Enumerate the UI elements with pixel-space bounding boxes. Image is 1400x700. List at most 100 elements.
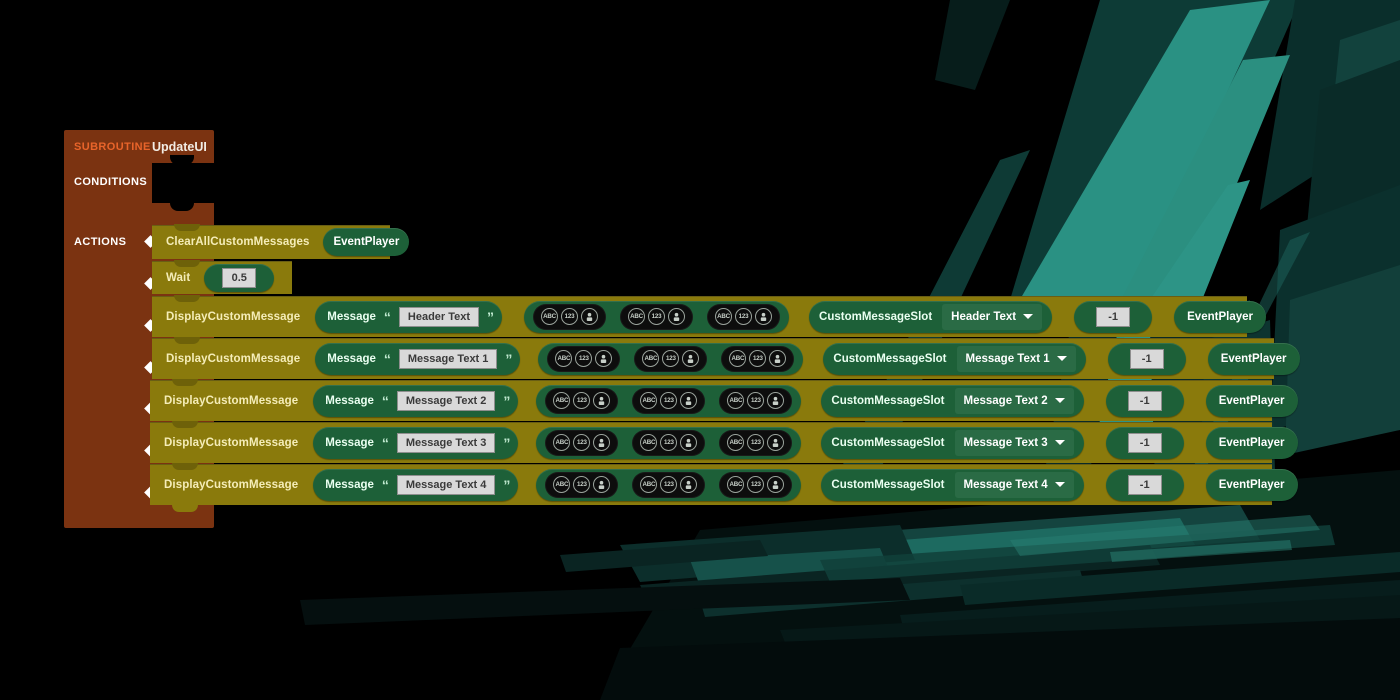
message-text-input[interactable]: Message Text 3 [396,432,496,453]
rule-name[interactable]: UpdateUI [152,140,207,154]
chevron-down-icon [1054,440,1065,445]
action-row[interactable]: DisplayCustomMessage Message “ Message T… [150,463,1298,505]
message-slot-value[interactable]: CustomMessageSlot Header Text [809,300,1053,333]
message-args-group[interactable]: ABC 123 ABC 123 ABC 123 [536,468,802,501]
number-icon: 123 [573,434,591,451]
sort-order-input[interactable]: -1 [1127,390,1162,411]
sort-order-value[interactable]: -1 [1105,468,1184,501]
message-args-group[interactable]: ABC 123 ABC 123 ABC 123 [538,342,804,375]
message-label: Message [327,310,376,323]
message-slot-dropdown[interactable]: Header Text [942,303,1043,330]
player-icon [769,350,787,367]
message-slot-selected: Message Text 1 [965,352,1050,365]
message-slot-selected: Message Text 2 [963,394,1048,407]
empty-value-slot[interactable]: ABC 123 [620,303,694,330]
number-icon: 123 [747,476,765,493]
empty-value-slot[interactable]: ABC 123 [707,303,781,330]
message-slot-dropdown[interactable]: Message Text 3 [954,429,1074,456]
player-value[interactable]: EventPlayer [1205,384,1298,417]
message-slot-value[interactable]: CustomMessageSlot Message Text 2 [821,384,1084,417]
action-name: DisplayCustomMessage [164,478,299,491]
player-value[interactable]: EventPlayer [1174,300,1266,333]
sort-order-value[interactable]: -1 [1107,342,1186,375]
message-slot-value[interactable]: CustomMessageSlot Message Text 3 [821,426,1084,459]
action-row[interactable]: DisplayCustomMessage Message “ Message T… [150,421,1298,463]
wait-duration-value[interactable]: 0.5 [204,263,275,292]
empty-value-slot[interactable]: ABC 123 [547,345,621,372]
player-icon [593,434,611,451]
empty-value-slot[interactable]: ABC 123 [533,303,607,330]
player-value[interactable]: EventPlayer [1207,342,1300,375]
message-args-group[interactable]: ABC 123 ABC 123 ABC 123 [536,384,802,417]
player-value[interactable]: EventPlayer [1205,426,1298,459]
player-label: EventPlayer [1220,352,1287,365]
player-value[interactable]: EventPlayer [323,228,410,256]
block-tab-notch [174,337,200,344]
player-icon [755,308,773,325]
abc-icon: ABC [727,434,745,451]
empty-value-slot[interactable]: ABC 123 [719,471,793,498]
message-value[interactable]: Message “ Message Text 2 ” [313,384,519,417]
message-label: Message [325,478,374,491]
number-icon: 123 [660,434,678,451]
message-value[interactable]: Message “ Message Text 1 ” [315,342,521,375]
empty-value-slot[interactable]: ABC 123 [719,387,793,414]
number-icon: 123 [747,392,765,409]
sort-order-input[interactable]: -1 [1127,432,1162,453]
block-tab-notch [174,260,200,267]
empty-value-slot[interactable]: ABC 123 [634,345,708,372]
message-value[interactable]: Message “ Message Text 3 ” [313,426,519,459]
empty-value-slot[interactable]: ABC 123 [632,471,706,498]
sort-order-value[interactable]: -1 [1105,426,1184,459]
abc-icon: ABC [642,350,660,367]
empty-value-slot[interactable]: ABC 123 [721,345,795,372]
message-value[interactable]: Message “ Header Text ” [315,300,503,333]
wait-duration-input[interactable]: 0.5 [222,267,257,288]
message-text-input[interactable]: Header Text [398,306,480,327]
player-icon [680,434,698,451]
quote-open-icon: “ [381,476,389,493]
action-row[interactable]: ClearAllCustomMessages EventPlayer [152,224,410,259]
empty-value-slot[interactable]: ABC 123 [545,471,619,498]
block-tab-notch [172,463,198,470]
block-seam [152,296,1247,297]
action-row[interactable]: DisplayCustomMessage Message “ Header Te… [152,295,1266,337]
message-args-group[interactable]: ABC 123 ABC 123 ABC 123 [536,426,802,459]
message-value[interactable]: Message “ Message Text 4 ” [313,468,519,501]
block-tab-notch [172,421,198,428]
number-icon: 123 [561,308,579,325]
sort-order-value[interactable]: -1 [1074,300,1153,333]
message-text-input[interactable]: Message Text 4 [396,474,496,495]
abc-icon: ABC [541,308,559,325]
quote-open-icon: “ [381,434,389,451]
number-icon: 123 [735,308,753,325]
sort-order-input[interactable]: -1 [1127,474,1162,495]
message-slot-dropdown[interactable]: Message Text 4 [954,471,1074,498]
message-slot-value[interactable]: CustomMessageSlot Message Text 1 [823,342,1086,375]
quote-open-icon: “ [383,350,391,367]
sort-order-value[interactable]: -1 [1105,384,1184,417]
empty-value-slot[interactable]: ABC 123 [719,429,793,456]
message-text-input[interactable]: Message Text 1 [398,348,498,369]
message-slot-value[interactable]: CustomMessageSlot Message Text 4 [821,468,1084,501]
sort-order-input[interactable]: -1 [1096,306,1131,327]
message-text-input[interactable]: Message Text 2 [396,390,496,411]
message-slot-dropdown[interactable]: Message Text 1 [956,345,1076,372]
empty-value-slot[interactable]: ABC 123 [545,387,619,414]
action-row[interactable]: Wait 0.5 [152,260,292,294]
message-args-group[interactable]: ABC 123 ABC 123 ABC 123 [524,300,790,333]
action-row[interactable]: DisplayCustomMessage Message “ Message T… [152,337,1300,379]
action-row[interactable]: DisplayCustomMessage Message “ Message T… [150,379,1298,421]
message-slot-dropdown[interactable]: Message Text 2 [954,387,1074,414]
block-seam [150,422,1272,423]
abc-icon: ABC [640,476,658,493]
block-seam [150,464,1272,465]
empty-value-slot[interactable]: ABC 123 [632,387,706,414]
player-value[interactable]: EventPlayer [1205,468,1298,501]
sort-order-input[interactable]: -1 [1129,348,1164,369]
empty-value-slot[interactable]: ABC 123 [545,429,619,456]
block-tab-notch [172,379,198,386]
empty-value-slot[interactable]: ABC 123 [632,429,706,456]
message-slot-label: CustomMessageSlot [831,478,945,491]
player-icon [680,392,698,409]
